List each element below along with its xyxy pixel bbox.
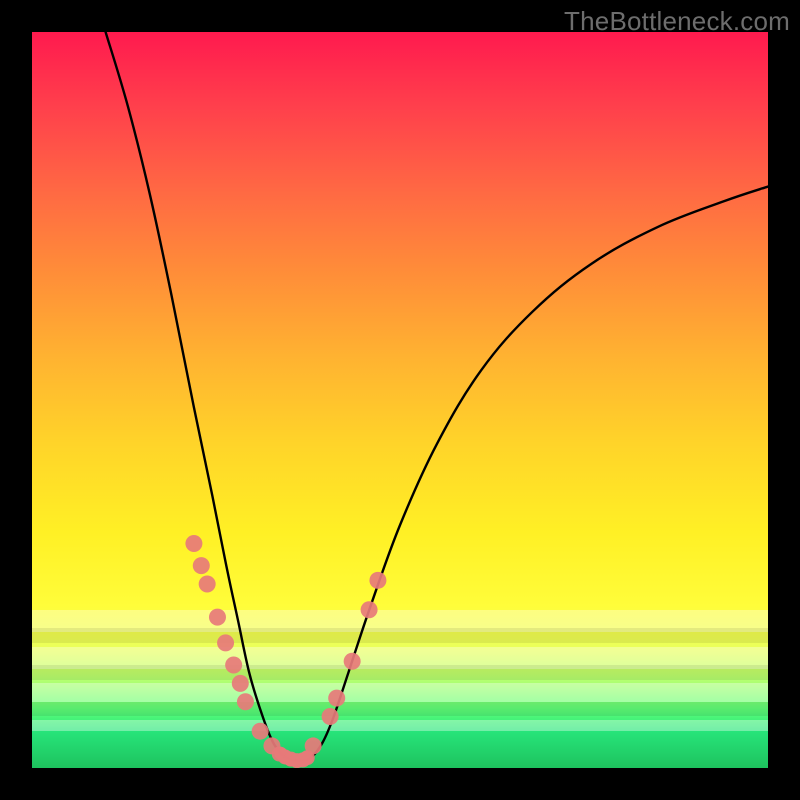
plot-area (32, 32, 768, 768)
data-marker (237, 693, 254, 710)
data-marker (193, 557, 210, 574)
data-marker (209, 609, 226, 626)
right-curve (290, 187, 768, 761)
data-marker (328, 690, 345, 707)
data-marker (199, 576, 216, 593)
chart-stage: TheBottleneck.com (0, 0, 800, 800)
data-marker (300, 750, 315, 765)
data-marker (322, 708, 339, 725)
watermark-text: TheBottleneck.com (564, 6, 790, 37)
data-marker (369, 572, 386, 589)
data-marker (185, 535, 202, 552)
data-marker (217, 634, 234, 651)
data-marker (344, 653, 361, 670)
left-curve (106, 32, 290, 759)
data-marker (252, 723, 269, 740)
curve-layer (32, 32, 768, 768)
data-marker (232, 675, 249, 692)
data-marker (225, 656, 242, 673)
data-marker (361, 601, 378, 618)
